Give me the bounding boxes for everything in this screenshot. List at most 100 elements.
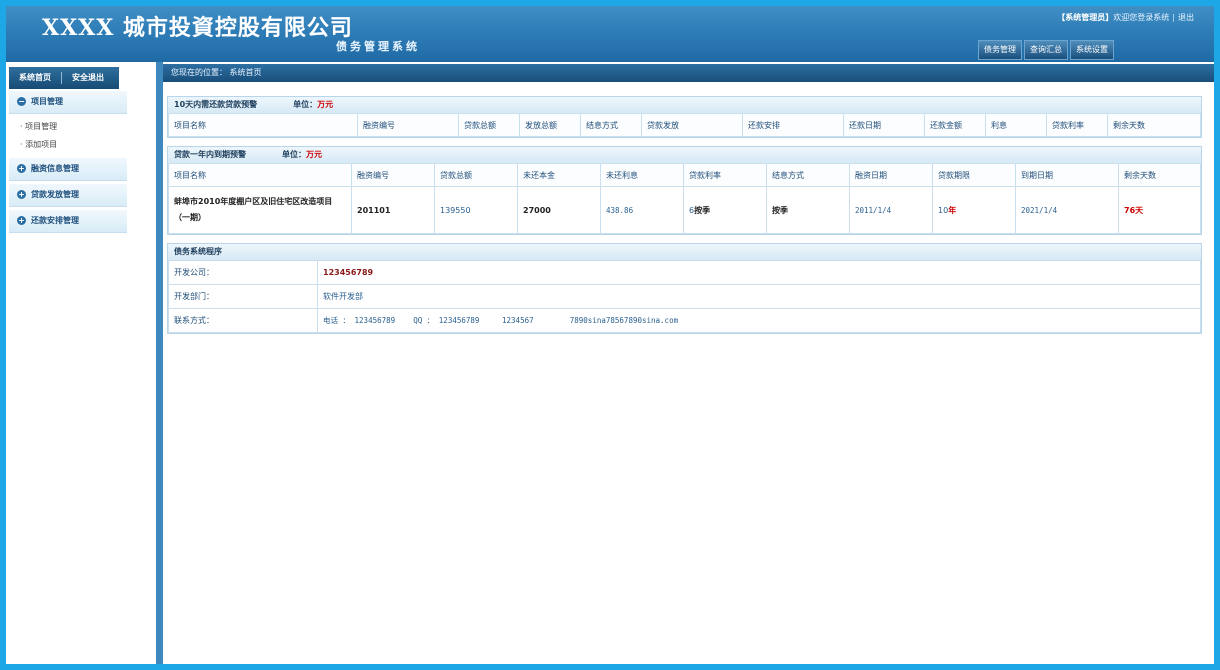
panel-10day-warning: 10天内需还款贷款预警 单位：万元 项目名称 融资编号 贷款总额 发放总额 结息方… <box>167 96 1202 138</box>
home-link[interactable]: 系统首页 <box>9 67 61 89</box>
unit-label: 单位： <box>293 100 318 109</box>
term-number: 10 <box>938 205 949 215</box>
info-table: 开发公司： 123456789 开发部门： 软件开发部 联系方式： 电话 ： 1… <box>168 260 1201 333</box>
table-header-row: 项目名称 融资编号 贷款总额 发放总额 结息方式 贷款发放 还款安排 还款日期 … <box>168 113 1201 137</box>
menu-repayment-schedule[interactable]: + 还款安排管理 <box>9 210 127 233</box>
col-header: 未还本金 <box>517 163 601 187</box>
info-row-contact: 联系方式： 电话 ： 123456789 QQ ： 123456789 1234… <box>168 308 1201 333</box>
user-bar: 【系统管理员】欢迎您登录系统 | 退出 <box>1057 12 1194 23</box>
panel-title-text: 10天内需还款贷款预警 <box>174 100 258 109</box>
remaining-days-cell: 76天 <box>1118 186 1201 234</box>
app-frame: XXXX 城市投資控股有限公司 债务管理系统 【系统管理员】欢迎您登录系统 | 退出… <box>6 6 1214 664</box>
col-header: 贷款利率 <box>683 163 767 187</box>
separator: | <box>1172 13 1175 22</box>
info-label: 联系方式： <box>168 308 318 333</box>
user-role: 【系统管理员】 <box>1057 13 1114 22</box>
menu-label: 还款安排管理 <box>31 216 79 225</box>
financing-date-cell: 2011/1/4 <box>849 186 933 234</box>
col-header: 结息方式 <box>766 163 850 187</box>
info-value: 软件开发部 <box>317 284 1201 309</box>
sidebar-top-links: 系统首页 安全退出 <box>9 67 119 89</box>
info-row-department: 开发部门： 软件开发部 <box>168 284 1201 309</box>
panel-title-text: 贷款一年内到期预警 <box>174 150 246 159</box>
unit-value: 万元 <box>306 150 322 159</box>
term-unit: 年 <box>948 205 957 215</box>
sidebar-item-label: 添加项目 <box>25 140 58 149</box>
loan-total-cell: 139550 <box>434 186 518 234</box>
warning-table: 项目名称 融资编号 贷款总额 发放总额 结息方式 贷款发放 还款安排 还款日期 … <box>168 113 1201 137</box>
expiry-table: 项目名称 融资编号 贷款总额 未还本金 未还利息 贷款利率 结息方式 融资日期 … <box>168 163 1201 234</box>
unit-value: 万元 <box>317 100 334 109</box>
minus-circle-icon: − <box>17 97 26 106</box>
menu-financing-info[interactable]: + 融资信息管理 <box>9 158 127 181</box>
col-header: 融资日期 <box>849 163 933 187</box>
panel-1year-warning: 贷款一年内到期预警 单位：万元 项目名称 融资编号 贷款总额 未还本金 未还利息 … <box>167 146 1202 235</box>
safe-exit-link[interactable]: 安全退出 <box>62 67 114 89</box>
col-header: 贷款利率 <box>1046 113 1108 137</box>
menu-project-management[interactable]: − 项目管理 <box>9 91 127 114</box>
plus-circle-icon: + <box>17 164 26 173</box>
col-header: 贷款总额 <box>434 163 518 187</box>
col-header: 贷款期限 <box>932 163 1016 187</box>
interest-method-cell: 按季 <box>766 186 850 234</box>
tab-debt-management[interactable]: 债务管理 <box>978 40 1022 60</box>
plus-circle-icon: + <box>17 216 26 225</box>
sidebar: 系统首页 安全退出 − 项目管理 · 项目管理 · 添加项目 + 融资信息管理 + 贷款… <box>6 62 163 664</box>
tab-system-settings[interactable]: 系统设置 <box>1070 40 1114 60</box>
welcome-text: 欢迎您登录系统 <box>1113 13 1170 22</box>
col-header: 发放总额 <box>519 113 581 137</box>
project-name-cell: 蚌埠市2010年度棚户区及旧住宅区改造项目（一期） <box>168 186 352 234</box>
plus-circle-icon: + <box>17 190 26 199</box>
col-header: 未还利息 <box>600 163 684 187</box>
col-header: 还款金额 <box>924 113 986 137</box>
sidebar-item-project-management[interactable]: · 项目管理 <box>6 118 156 136</box>
panel-title: 10天内需还款贷款预警 单位：万元 <box>168 97 1201 113</box>
main-content: 您现在的位置： 系统首页 10天内需还款贷款预警 单位：万元 项目名称 融资编号 … <box>163 62 1214 664</box>
col-header: 利息 <box>985 113 1047 137</box>
col-header: 项目名称 <box>168 113 358 137</box>
col-header: 到期日期 <box>1015 163 1119 187</box>
col-header: 项目名称 <box>168 163 352 187</box>
unit-label: 单位： <box>282 150 306 159</box>
col-header: 融资编号 <box>351 163 435 187</box>
logout-link[interactable]: 退出 <box>1178 13 1194 22</box>
company-title: XXXX 城市投資控股有限公司 <box>42 15 353 41</box>
financing-code-cell: 201101 <box>351 186 435 234</box>
top-nav: 债务管理 查询汇总 系统设置 <box>978 40 1116 60</box>
col-header: 还款安排 <box>742 113 844 137</box>
header: XXXX 城市投資控股有限公司 债务管理系统 【系统管理员】欢迎您登录系统 | 退出… <box>6 6 1214 62</box>
info-value: 123456789 <box>317 260 1201 285</box>
system-subtitle: 债务管理系统 <box>336 40 420 53</box>
loan-term-cell: 10年 <box>932 186 1016 234</box>
unpaid-principal-cell: 27000 <box>517 186 601 234</box>
loan-rate-cell: 6按季 <box>683 186 767 234</box>
col-header: 还款日期 <box>843 113 925 137</box>
table-row: 蚌埠市2010年度棚户区及旧住宅区改造项目（一期） 201101 139550 … <box>168 186 1201 234</box>
col-header: 贷款总额 <box>458 113 520 137</box>
col-header: 结息方式 <box>580 113 642 137</box>
menu-label: 融资信息管理 <box>31 164 79 173</box>
rate-text: 按季 <box>694 205 711 215</box>
menu-label: 贷款发放管理 <box>31 190 79 199</box>
menu-loan-disbursement[interactable]: + 贷款发放管理 <box>9 184 127 207</box>
panel-title-text: 债务系统程序 <box>174 247 222 256</box>
sidebar-item-label: 项目管理 <box>25 122 58 131</box>
col-header: 融资编号 <box>357 113 459 137</box>
info-value: 电话 ： 123456789 QQ ： 123456789 1234567 78… <box>317 308 1201 333</box>
panel-title: 贷款一年内到期预警 单位：万元 <box>168 147 1201 163</box>
sidebar-item-add-project[interactable]: · 添加项目 <box>6 136 156 154</box>
info-label: 开发部门： <box>168 284 318 309</box>
panel-system-info: 债务系统程序 开发公司： 123456789 开发部门： 软件开发部 联系方式：… <box>167 243 1202 334</box>
table-header-row: 项目名称 融资编号 贷款总额 未还本金 未还利息 贷款利率 结息方式 融资日期 … <box>168 163 1201 187</box>
unpaid-interest-cell: 438.86 <box>600 186 684 234</box>
panel-title: 债务系统程序 <box>168 244 1201 260</box>
due-date-cell: 2021/1/4 <box>1015 186 1119 234</box>
col-header: 剩余天数 <box>1107 113 1201 137</box>
col-header: 贷款发放 <box>641 113 743 137</box>
menu-label: 项目管理 <box>31 97 63 106</box>
breadcrumb: 您现在的位置： 系统首页 <box>163 64 1214 82</box>
info-row-company: 开发公司： 123456789 <box>168 260 1201 285</box>
tab-query-summary[interactable]: 查询汇总 <box>1024 40 1068 60</box>
info-label: 开发公司： <box>168 260 318 285</box>
col-header: 剩余天数 <box>1118 163 1201 187</box>
